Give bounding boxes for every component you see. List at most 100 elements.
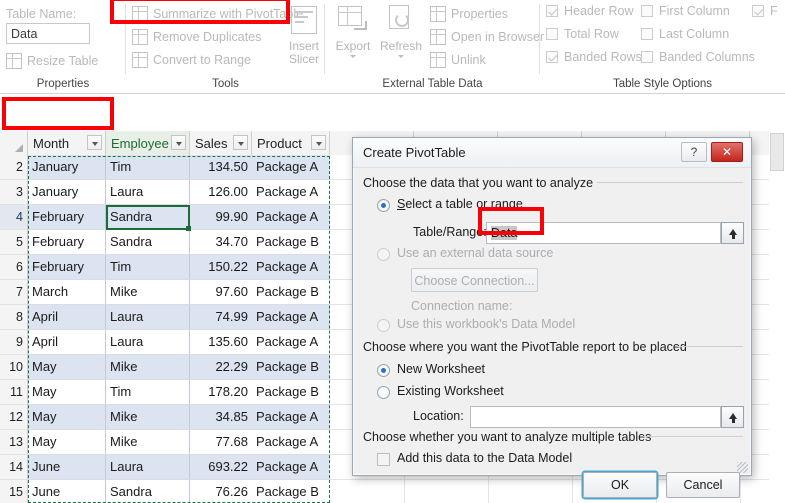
cell-sales[interactable]: 134.50 [190, 155, 252, 179]
export-button[interactable]: Export [331, 4, 375, 58]
properties-button[interactable]: Properties [430, 3, 508, 24]
cell-product[interactable]: Package B [252, 230, 330, 254]
cell-month[interactable]: April [28, 330, 106, 354]
table-name-input[interactable]: Data [6, 23, 90, 44]
checkbox-banded-columns[interactable]: Banded Columns [641, 50, 755, 64]
row-header[interactable]: 5 [0, 230, 28, 255]
cell-employee[interactable]: Laura [106, 180, 190, 204]
table-row[interactable]: May Mike 77.68 Package A [28, 430, 330, 455]
resize-grip[interactable] [737, 462, 748, 473]
refresh-button[interactable]: Refresh [377, 4, 425, 58]
cell-employee[interactable]: Mike [106, 405, 190, 429]
cell-month[interactable]: June [28, 455, 106, 479]
cell-product[interactable]: Package A [252, 255, 330, 279]
table-row[interactable]: April Laura 135.60 Package A [28, 330, 330, 355]
cell-employee[interactable]: Laura [106, 455, 190, 479]
cell-employee[interactable]: Laura [106, 330, 190, 354]
cell-month[interactable]: January [28, 155, 106, 179]
row-header[interactable]: 8 [0, 305, 28, 330]
column-header-product[interactable]: Product [252, 131, 330, 155]
close-icon[interactable]: ✕ [711, 142, 743, 162]
cell-employee[interactable]: Sandra [106, 230, 190, 254]
remove-duplicates-button[interactable]: Remove Duplicates [132, 26, 261, 47]
row-header[interactable]: 6 [0, 255, 28, 280]
checkbox-first-column[interactable]: First Column [641, 4, 730, 18]
checkbox-total-row[interactable]: Total Row [546, 27, 619, 41]
location-picker-button[interactable] [721, 406, 744, 428]
cell-sales[interactable]: 97.60 [190, 280, 252, 304]
cell-product[interactable]: Package A [252, 205, 330, 229]
cell-sales[interactable]: 150.22 [190, 255, 252, 279]
cell-sales[interactable]: 76.26 [190, 480, 252, 503]
row-header[interactable]: 7 [0, 280, 28, 305]
checkbox-filter-button[interactable]: F [752, 4, 778, 18]
table-row[interactable]: May Mike 34.85 Package A [28, 405, 330, 430]
table-row[interactable]: May Tim 178.20 Package B [28, 380, 330, 405]
help-icon[interactable]: ? [681, 142, 707, 162]
table-row[interactable]: February Tim 150.22 Package A [28, 255, 330, 280]
cell-product[interactable]: Package B [252, 380, 330, 404]
location-input[interactable] [470, 406, 721, 428]
active-cell-b4[interactable] [106, 205, 191, 231]
cell-sales[interactable]: 77.68 [190, 430, 252, 454]
radio-select-table-or-range[interactable] [377, 199, 390, 212]
filter-dropdown-icon[interactable] [171, 135, 186, 150]
cell-product[interactable]: Package A [252, 180, 330, 204]
unlink-button[interactable]: Unlink [430, 49, 486, 70]
filter-dropdown-icon[interactable] [311, 135, 326, 150]
checkbox-last-column[interactable]: Last Column [641, 27, 729, 41]
choose-connection-button[interactable]: Choose Connection... [411, 268, 538, 292]
row-header[interactable]: 9 [0, 330, 28, 355]
cell-sales[interactable]: 34.70 [190, 230, 252, 254]
cell-month[interactable]: February [28, 255, 106, 279]
row-header[interactable]: 13 [0, 430, 28, 455]
radio-new-worksheet[interactable] [377, 364, 390, 377]
row-header[interactable]: 12 [0, 405, 28, 430]
ok-button[interactable]: OK [583, 472, 657, 498]
cell-month[interactable]: January [28, 180, 106, 204]
table-row[interactable]: June Sandra 76.26 Package B [28, 480, 330, 503]
cell-sales[interactable]: 99.90 [190, 205, 252, 229]
cell-sales[interactable]: 135.60 [190, 330, 252, 354]
scrollbar-thumb[interactable] [770, 133, 784, 171]
cell-product[interactable]: Package B [252, 280, 330, 304]
checkbox-banded-rows[interactable]: Banded Rows [546, 50, 642, 64]
cell-employee[interactable]: Mike [106, 355, 190, 379]
convert-to-range-button[interactable]: Convert to Range [132, 49, 251, 70]
cell-month[interactable]: February [28, 230, 106, 254]
cell-month[interactable]: May [28, 355, 106, 379]
cell-product[interactable]: Package A [252, 405, 330, 429]
table-row[interactable]: March Mike 97.60 Package B [28, 280, 330, 305]
table-range-input[interactable]: Data [486, 222, 721, 244]
column-header-employee[interactable]: Employee [106, 131, 190, 155]
radio-use-workbook-data-model[interactable] [377, 319, 390, 332]
cell-sales[interactable]: 34.85 [190, 405, 252, 429]
checkbox-add-to-data-model[interactable] [377, 453, 390, 466]
table-row[interactable]: January Tim 134.50 Package A [28, 155, 330, 180]
vertical-scrollbar[interactable] [769, 131, 785, 503]
cell-product[interactable]: Package A [252, 305, 330, 329]
insert-slicer-button[interactable]: Insert Slicer [282, 4, 326, 66]
cell-sales[interactable]: 126.00 [190, 180, 252, 204]
cell-product[interactable]: Package B [252, 480, 330, 503]
cell-employee[interactable]: Laura [106, 305, 190, 329]
cell-product[interactable]: Package A [252, 330, 330, 354]
column-header-sales[interactable]: Sales [190, 131, 252, 155]
cell-employee[interactable]: Tim [106, 380, 190, 404]
cell-employee[interactable]: Mike [106, 280, 190, 304]
cell-employee[interactable]: Sandra [106, 480, 190, 503]
filter-dropdown-icon[interactable] [233, 135, 248, 150]
cell-month[interactable]: May [28, 430, 106, 454]
cell-product[interactable]: Package A [252, 155, 330, 179]
export-chevron-down-icon[interactable] [350, 55, 356, 58]
radio-existing-worksheet[interactable] [377, 386, 390, 399]
resize-table-button[interactable]: Resize Table [6, 50, 98, 71]
summarize-with-pivottable-button[interactable]: Summarize with PivotTable [132, 3, 303, 24]
cancel-button[interactable]: Cancel [666, 472, 740, 498]
table-row[interactable]: April Laura 74.99 Package A [28, 305, 330, 330]
cell-month[interactable]: March [28, 280, 106, 304]
row-header[interactable]: 2 [0, 155, 28, 180]
checkbox-header-row[interactable]: Header Row [546, 4, 633, 18]
cell-employee[interactable]: Mike [106, 430, 190, 454]
cell-month[interactable]: February [28, 205, 106, 229]
